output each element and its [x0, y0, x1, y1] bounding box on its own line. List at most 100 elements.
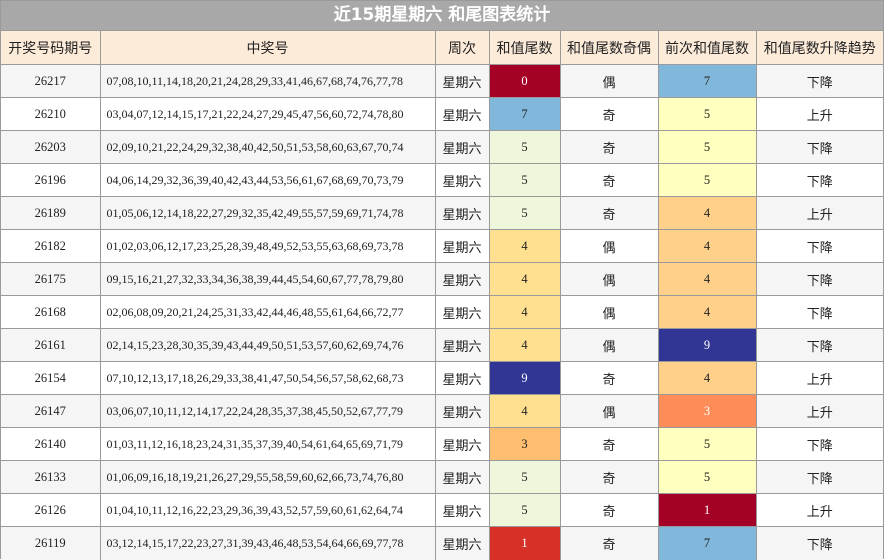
numbers-cell: 01,02,03,06,12,17,23,25,28,39,48,49,52,5…: [99, 229, 436, 263]
prev-tail-cell: 5: [657, 163, 757, 197]
trend-cell: 下降: [755, 229, 883, 263]
tail-cell: 5: [488, 493, 561, 527]
parity-cell: 奇: [559, 493, 659, 527]
week-cell: 星期六: [434, 196, 490, 230]
stats-panel: 近15期星期六 和尾图表统计 开奖号码期号 中奖号 周次 和值尾数 和值尾数奇偶…: [0, 0, 884, 560]
header-tail: 和值尾数: [488, 31, 561, 65]
table-row: 26119 03,12,14,15,17,22,23,27,31,39,43,46…: [1, 526, 883, 560]
parity-cell: 奇: [559, 361, 659, 395]
table-row: 26154 07,10,12,13,17,18,26,29,33,38,41,47…: [1, 361, 883, 395]
issue-cell: 26133: [1, 460, 101, 494]
prev-tail-cell: 9: [657, 328, 757, 362]
table-row: 26140 01,03,11,12,16,18,23,24,31,35,37,39…: [1, 427, 883, 461]
header-parity: 和值尾数奇偶: [559, 31, 659, 65]
parity-cell: 奇: [559, 196, 659, 230]
table-row: 26210 03,04,07,12,14,15,17,21,22,24,27,29…: [1, 97, 883, 131]
prev-tail-cell: 5: [657, 97, 757, 131]
trend-cell: 上升: [755, 394, 883, 428]
week-cell: 星期六: [434, 97, 490, 131]
table-row: 26189 01,05,06,12,14,18,22,27,29,32,35,42…: [1, 196, 883, 230]
parity-cell: 奇: [559, 460, 659, 494]
week-cell: 星期六: [434, 130, 490, 164]
prev-tail-cell: 4: [657, 196, 757, 230]
issue-cell: 26189: [1, 196, 101, 230]
trend-cell: 上升: [755, 361, 883, 395]
parity-cell: 奇: [559, 163, 659, 197]
issue-cell: 26196: [1, 163, 101, 197]
week-cell: 星期六: [434, 526, 490, 560]
table-row: 26168 02,06,08,09,20,21,24,25,31,33,42,44…: [1, 295, 883, 329]
week-cell: 星期六: [434, 163, 490, 197]
trend-cell: 上升: [755, 97, 883, 131]
tail-cell: 5: [488, 163, 561, 197]
table-row: 26161 02,14,15,23,28,30,35,39,43,44,49,50…: [1, 328, 883, 362]
tail-cell: 7: [488, 97, 561, 131]
header-trend: 和值尾数升降趋势: [755, 31, 883, 65]
issue-cell: 26119: [1, 526, 101, 560]
parity-cell: 偶: [559, 328, 659, 362]
tail-cell: 9: [488, 361, 561, 395]
week-cell: 星期六: [434, 427, 490, 461]
prev-tail-cell: 5: [657, 130, 757, 164]
week-cell: 星期六: [434, 394, 490, 428]
numbers-cell: 02,09,10,21,22,24,29,32,38,40,42,50,51,5…: [99, 130, 436, 164]
trend-cell: 下降: [755, 328, 883, 362]
issue-cell: 26161: [1, 328, 101, 362]
prev-tail-cell: 3: [657, 394, 757, 428]
prev-tail-cell: 4: [657, 262, 757, 296]
tail-cell: 5: [488, 130, 561, 164]
numbers-cell: 03,12,14,15,17,22,23,27,31,39,43,46,48,5…: [99, 526, 436, 560]
tail-cell: 5: [488, 196, 561, 230]
header-numbers: 中奖号: [99, 31, 436, 65]
page-title: 近15期星期六 和尾图表统计: [1, 1, 883, 31]
numbers-cell: 01,05,06,12,14,18,22,27,29,32,35,42,49,5…: [99, 196, 436, 230]
issue-cell: 26147: [1, 394, 101, 428]
numbers-cell: 04,06,14,29,32,36,39,40,42,43,44,53,56,6…: [99, 163, 436, 197]
numbers-cell: 03,06,07,10,11,12,14,17,22,24,28,35,37,3…: [99, 394, 436, 428]
parity-cell: 偶: [559, 262, 659, 296]
tail-cell: 4: [488, 328, 561, 362]
week-cell: 星期六: [434, 295, 490, 329]
numbers-cell: 09,15,16,21,27,32,33,34,36,38,39,44,45,5…: [99, 262, 436, 296]
week-cell: 星期六: [434, 493, 490, 527]
week-cell: 星期六: [434, 262, 490, 296]
parity-cell: 偶: [559, 295, 659, 329]
prev-tail-cell: 1: [657, 493, 757, 527]
stats-table: 开奖号码期号 中奖号 周次 和值尾数 和值尾数奇偶 前次和值尾数 和值尾数升降趋…: [1, 31, 883, 560]
numbers-cell: 02,06,08,09,20,21,24,25,31,33,42,44,46,4…: [99, 295, 436, 329]
trend-cell: 下降: [755, 295, 883, 329]
numbers-cell: 02,14,15,23,28,30,35,39,43,44,49,50,51,5…: [99, 328, 436, 362]
header-row: 开奖号码期号 中奖号 周次 和值尾数 和值尾数奇偶 前次和值尾数 和值尾数升降趋…: [1, 31, 883, 65]
trend-cell: 上升: [755, 493, 883, 527]
issue-cell: 26175: [1, 262, 101, 296]
table-row: 26217 07,08,10,11,14,18,20,21,24,28,29,33…: [1, 64, 883, 98]
parity-cell: 奇: [559, 427, 659, 461]
header-prev-tail: 前次和值尾数: [657, 31, 757, 65]
table-row: 26203 02,09,10,21,22,24,29,32,38,40,42,50…: [1, 130, 883, 164]
trend-cell: 上升: [755, 196, 883, 230]
week-cell: 星期六: [434, 460, 490, 494]
week-cell: 星期六: [434, 328, 490, 362]
numbers-cell: 01,06,09,16,18,19,21,26,27,29,55,58,59,6…: [99, 460, 436, 494]
table-row: 26196 04,06,14,29,32,36,39,40,42,43,44,53…: [1, 163, 883, 197]
table-row: 26147 03,06,07,10,11,12,14,17,22,24,28,35…: [1, 394, 883, 428]
trend-cell: 下降: [755, 163, 883, 197]
numbers-cell: 01,03,11,12,16,18,23,24,31,35,37,39,40,5…: [99, 427, 436, 461]
trend-cell: 下降: [755, 526, 883, 560]
tail-cell: 5: [488, 460, 561, 494]
issue-cell: 26168: [1, 295, 101, 329]
prev-tail-cell: 4: [657, 295, 757, 329]
prev-tail-cell: 7: [657, 64, 757, 98]
issue-cell: 26182: [1, 229, 101, 263]
table-row: 26175 09,15,16,21,27,32,33,34,36,38,39,44…: [1, 262, 883, 296]
issue-cell: 26126: [1, 493, 101, 527]
issue-cell: 26154: [1, 361, 101, 395]
parity-cell: 奇: [559, 526, 659, 560]
numbers-cell: 07,10,12,13,17,18,26,29,33,38,41,47,50,5…: [99, 361, 436, 395]
tail-cell: 1: [488, 526, 561, 560]
prev-tail-cell: 4: [657, 361, 757, 395]
issue-cell: 26203: [1, 130, 101, 164]
parity-cell: 偶: [559, 229, 659, 263]
issue-cell: 26140: [1, 427, 101, 461]
parity-cell: 奇: [559, 97, 659, 131]
